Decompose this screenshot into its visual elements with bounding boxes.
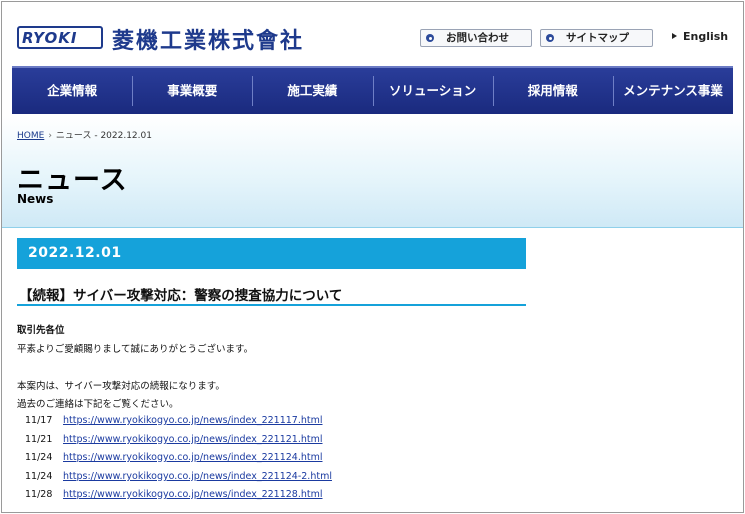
- news-link[interactable]: https://www.ryokikogyo.co.jp/news/index_…: [63, 471, 332, 482]
- article-intro: 本案内は、サイバー攻撃対応の続報になります。: [17, 381, 225, 392]
- breadcrumb: HOME › ニュース - 2022.12.01: [17, 128, 152, 141]
- news-link[interactable]: https://www.ryokikogyo.co.jp/news/index_…: [63, 415, 323, 426]
- site-header: RYOKI 菱機工業株式會社 お問い合わせ サイトマップ English: [2, 2, 743, 66]
- page-header: HOME › ニュース - 2022.12.01 ニュース News: [2, 116, 743, 228]
- page-frame: RYOKI 菱機工業株式會社 お問い合わせ サイトマップ English 企業情…: [1, 1, 744, 513]
- list-item: 11/24 https://www.ryokikogyo.co.jp/news/i…: [25, 471, 332, 482]
- sitemap-button[interactable]: サイトマップ: [540, 29, 653, 47]
- breadcrumb-current: ニュース - 2022.12.01: [55, 131, 152, 141]
- article-past-note: 過去のご連絡は下記をご覧ください。: [17, 399, 179, 410]
- news-link[interactable]: https://www.ryokikogyo.co.jp/news/index_…: [63, 489, 323, 500]
- link-date: 11/24: [25, 452, 53, 463]
- english-link[interactable]: English: [672, 30, 728, 43]
- article-greeting: 平素よりご愛顧賜りまして誠にありがとうございます。: [17, 344, 254, 355]
- triangle-right-icon: [672, 33, 677, 39]
- nav-item-recruit[interactable]: 採用情報: [492, 68, 613, 114]
- logo-text: RYOKI: [22, 29, 78, 47]
- breadcrumb-separator: ›: [48, 131, 52, 141]
- bullet-icon: [426, 34, 434, 42]
- nav-item-maintenance[interactable]: メンテナンス事業: [612, 68, 733, 114]
- nav-item-works[interactable]: 施工実績: [252, 68, 372, 114]
- link-date: 11/21: [25, 434, 53, 445]
- contact-label: お問い合わせ: [446, 32, 509, 44]
- article-date-bar: 2022.12.01: [17, 238, 526, 269]
- nav-item-company[interactable]: 企業情報: [12, 68, 132, 114]
- contact-button[interactable]: お問い合わせ: [420, 29, 532, 47]
- list-item: 11/24 https://www.ryokikogyo.co.jp/news/i…: [25, 452, 323, 463]
- logo[interactable]: RYOKI: [17, 26, 103, 49]
- link-date: 11/24: [25, 471, 53, 482]
- news-link[interactable]: https://www.ryokikogyo.co.jp/news/index_…: [63, 434, 323, 445]
- page-subtitle: News: [17, 192, 54, 206]
- list-item: 11/17 https://www.ryokikogyo.co.jp/news/i…: [25, 415, 323, 426]
- list-item: 11/21 https://www.ryokikogyo.co.jp/news/i…: [25, 434, 323, 445]
- english-label: English: [683, 30, 729, 43]
- link-date: 11/28: [25, 489, 53, 500]
- main-nav: 企業情報 事業概要 施工実績 ソリューション 採用情報 メンテナンス事業: [12, 66, 733, 114]
- list-item: 11/28 https://www.ryokikogyo.co.jp/news/i…: [25, 489, 323, 500]
- nav-item-business[interactable]: 事業概要: [132, 68, 252, 114]
- sitemap-label: サイトマップ: [566, 32, 629, 44]
- news-link[interactable]: https://www.ryokikogyo.co.jp/news/index_…: [63, 452, 323, 463]
- bullet-icon: [546, 34, 554, 42]
- article-title: 【続報】サイバー攻撃対応：警察の捜査協力について: [17, 284, 526, 306]
- link-date: 11/17: [25, 415, 53, 426]
- nav-item-solutions[interactable]: ソリューション: [372, 68, 493, 114]
- article-addressee: 取引先各位: [17, 325, 65, 336]
- company-name: 菱機工業株式會社: [112, 28, 305, 54]
- breadcrumb-home-link[interactable]: HOME: [17, 131, 44, 141]
